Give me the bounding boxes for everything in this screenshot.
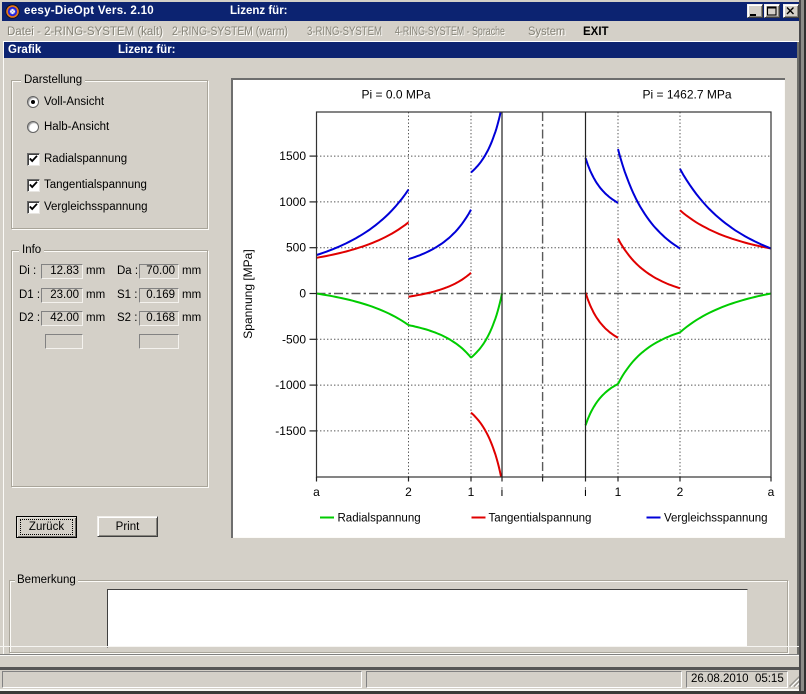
svg-text:i: i: [584, 485, 587, 499]
svg-text:Spannung [MPa]: Spannung [MPa]: [241, 249, 255, 338]
svg-text:-500: -500: [282, 332, 306, 346]
svg-text:2: 2: [405, 485, 412, 499]
svg-text:i: i: [501, 485, 504, 499]
svg-text:Radialspannung: Radialspannung: [338, 513, 421, 525]
svg-text:Pi = 0.0 MPa: Pi = 0.0 MPa: [361, 88, 430, 102]
svg-text:1500: 1500: [279, 149, 306, 163]
svg-text:500: 500: [286, 241, 306, 255]
svg-text:-1500: -1500: [275, 424, 306, 438]
svg-text:0: 0: [299, 287, 306, 301]
svg-text:1: 1: [615, 485, 622, 499]
svg-text:Vergleichsspannung: Vergleichsspannung: [664, 513, 768, 525]
svg-text:Pi = 1462.7 MPa: Pi = 1462.7 MPa: [642, 88, 731, 102]
svg-text:2: 2: [677, 485, 684, 499]
svg-text:Tangentialspannung: Tangentialspannung: [489, 513, 592, 525]
svg-text:1: 1: [468, 485, 475, 499]
svg-text:1000: 1000: [279, 195, 306, 209]
svg-text:a: a: [768, 485, 775, 499]
svg-text:-1000: -1000: [275, 378, 306, 392]
svg-text:a: a: [313, 485, 320, 499]
